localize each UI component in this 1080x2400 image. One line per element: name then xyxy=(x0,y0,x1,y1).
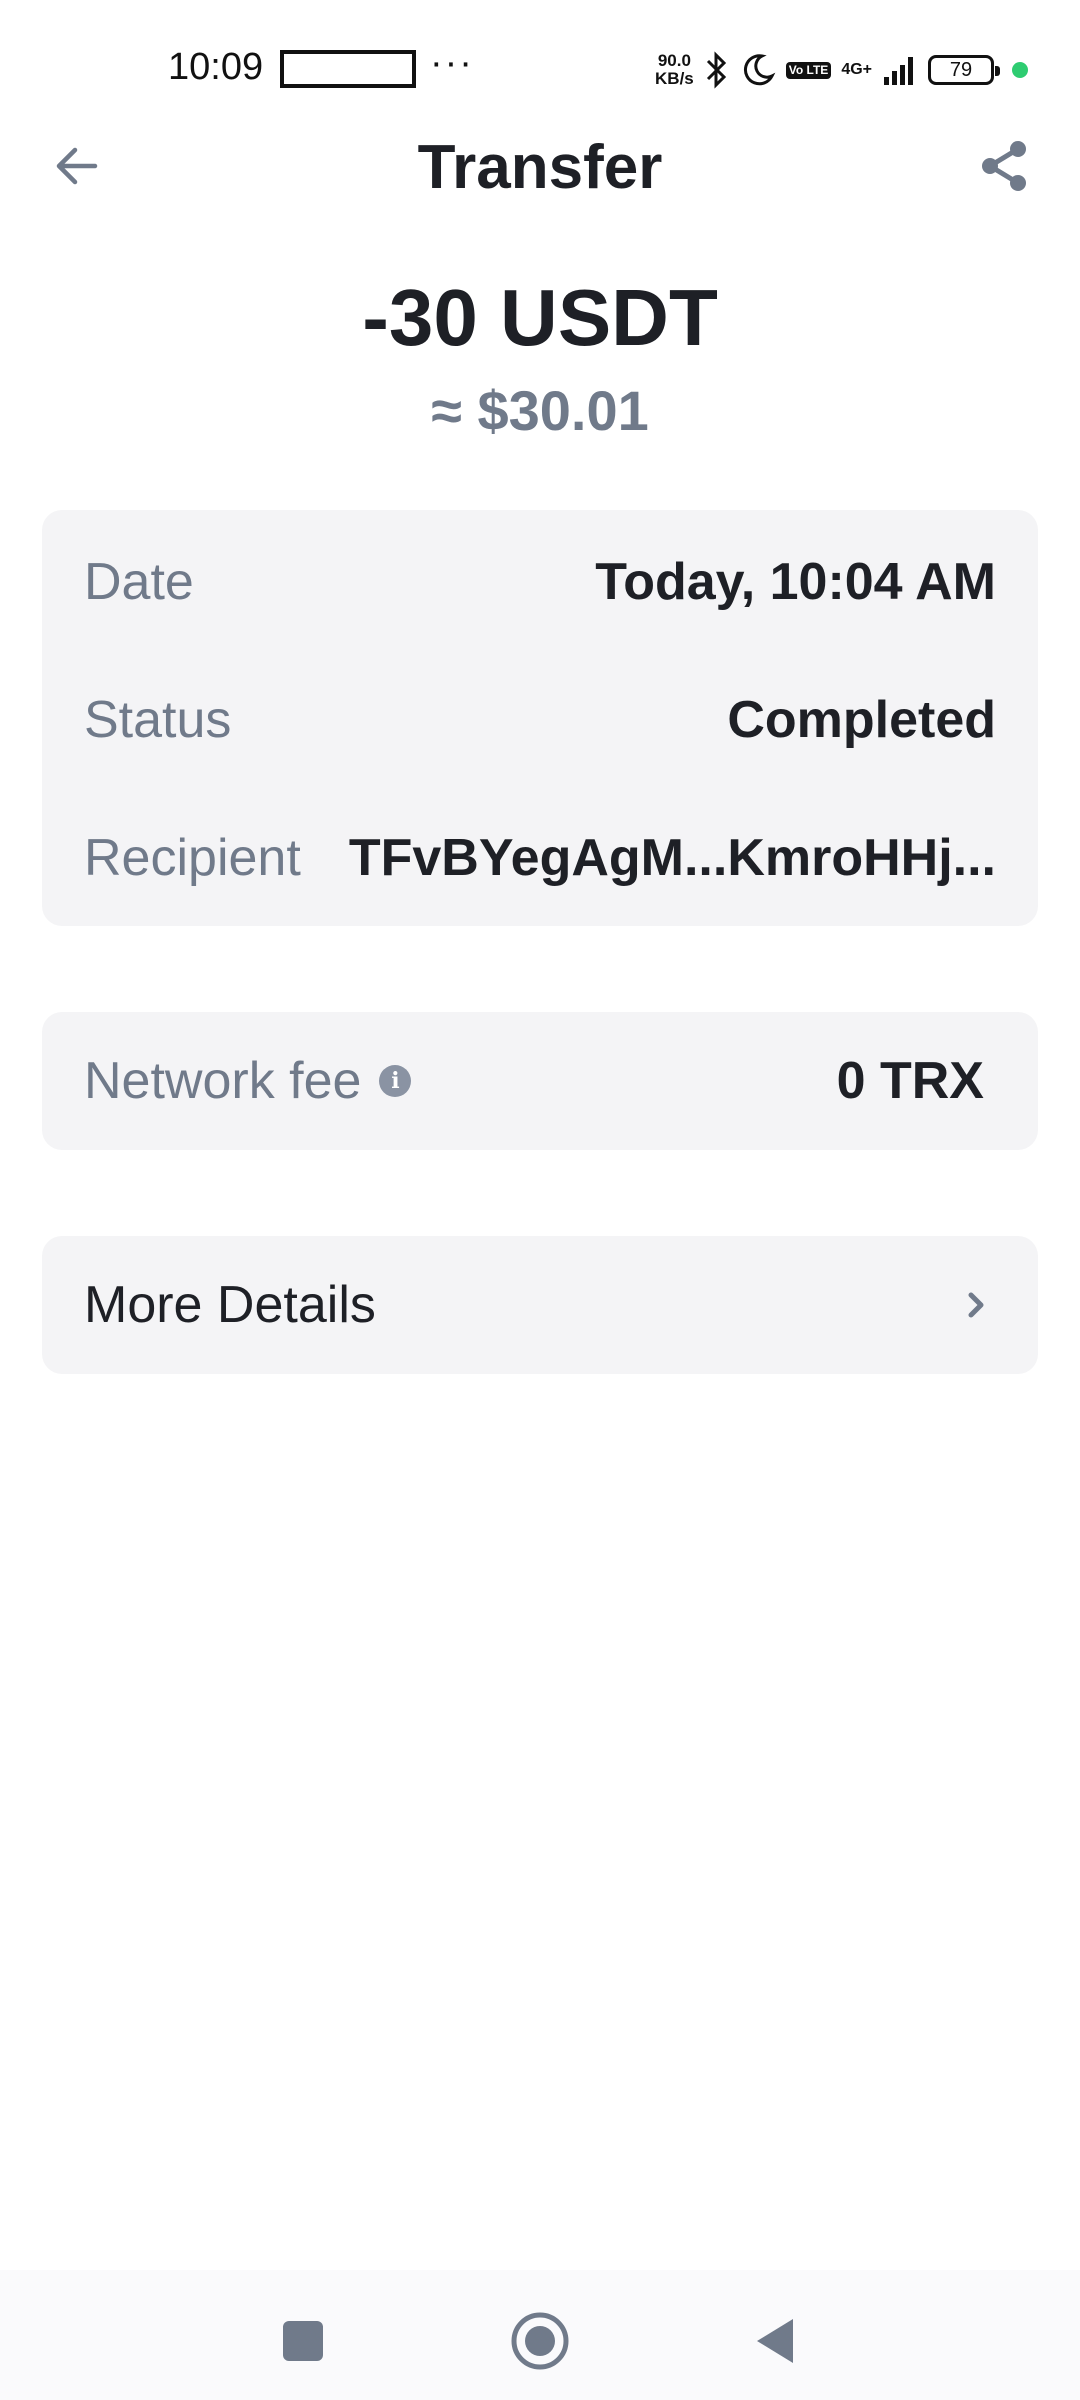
date-row: Date Today, 10:04 AM xyxy=(84,542,996,622)
info-icon[interactable]: i xyxy=(379,1065,412,1097)
network-type: 4G+ xyxy=(841,61,872,78)
page-title: Transfer xyxy=(417,133,663,202)
network-fee-row: Network fee i 0 TRX xyxy=(84,1041,996,1121)
network-fee-value: 0 TRX xyxy=(836,1052,984,1110)
status-icons: 90.0 KB/s Vo LTE 4G+ 79 xyxy=(655,48,1028,92)
more-details-label: More Details xyxy=(84,1276,376,1334)
volte-icon: Vo LTE xyxy=(785,61,832,79)
privacy-indicator-dot xyxy=(1012,62,1028,78)
date-value: Today, 10:04 AM xyxy=(595,553,996,611)
transfer-amount: -30 USDT xyxy=(362,273,718,362)
battery-level: 79 xyxy=(949,58,973,81)
system-navigation-bar xyxy=(0,2270,1080,2400)
status-time: 10:09 xyxy=(168,46,264,88)
chevron-right-icon xyxy=(956,1285,996,1325)
transaction-details-card: Date Today, 10:04 AM Status Completed Re… xyxy=(42,510,1038,926)
network-fee-label: Network fee xyxy=(84,1052,362,1110)
recipient-label: Recipient xyxy=(84,829,301,887)
share-button[interactable] xyxy=(974,136,1034,196)
recipient-address[interactable]: TFvBYegAgM...KmroHHj... xyxy=(349,828,996,888)
date-label: Date xyxy=(84,553,194,611)
transfer-screen: 10:09 ··· 90.0 KB/s Vo LTE 4G+ 79 Transf… xyxy=(0,0,1080,2400)
home-icon xyxy=(511,2312,569,2370)
status-bar: 10:09 ··· 90.0 KB/s Vo LTE 4G+ 79 xyxy=(0,0,1080,140)
battery-indicator: 79 xyxy=(928,55,1000,85)
network-speed-unit: KB/s xyxy=(655,69,694,88)
network-fee-label-group: Network fee i xyxy=(84,1051,412,1111)
transfer-fiat-amount: ≈ $30.01 xyxy=(431,379,649,442)
share-icon xyxy=(982,141,1026,191)
network-speed-value: 90.0 xyxy=(657,51,691,70)
system-back-button[interactable] xyxy=(740,2306,810,2376)
back-triangle-icon xyxy=(757,2319,793,2363)
status-row: Status Completed xyxy=(84,680,996,760)
network-speed: 90.0 KB/s xyxy=(655,52,694,88)
recent-apps-icon xyxy=(283,2321,323,2361)
more-details-button[interactable]: More Details xyxy=(42,1236,1038,1374)
bluetooth-icon xyxy=(704,51,730,89)
status-value: Completed xyxy=(727,691,996,749)
network-fee-card: Network fee i 0 TRX xyxy=(42,1012,1038,1150)
status-label: Status xyxy=(84,691,232,749)
recent-apps-button[interactable] xyxy=(268,2306,338,2376)
moon-icon xyxy=(740,52,776,88)
recipient-row[interactable]: Recipient TFvBYegAgM...KmroHHj... xyxy=(84,818,996,898)
signal-icon xyxy=(882,55,918,85)
more-details-row[interactable]: More Details xyxy=(84,1265,996,1345)
app-header: Transfer xyxy=(0,120,1080,210)
more-notifications-dots: ··· xyxy=(430,42,474,84)
home-button[interactable] xyxy=(505,2306,575,2376)
notification-placeholder-box xyxy=(280,50,416,88)
